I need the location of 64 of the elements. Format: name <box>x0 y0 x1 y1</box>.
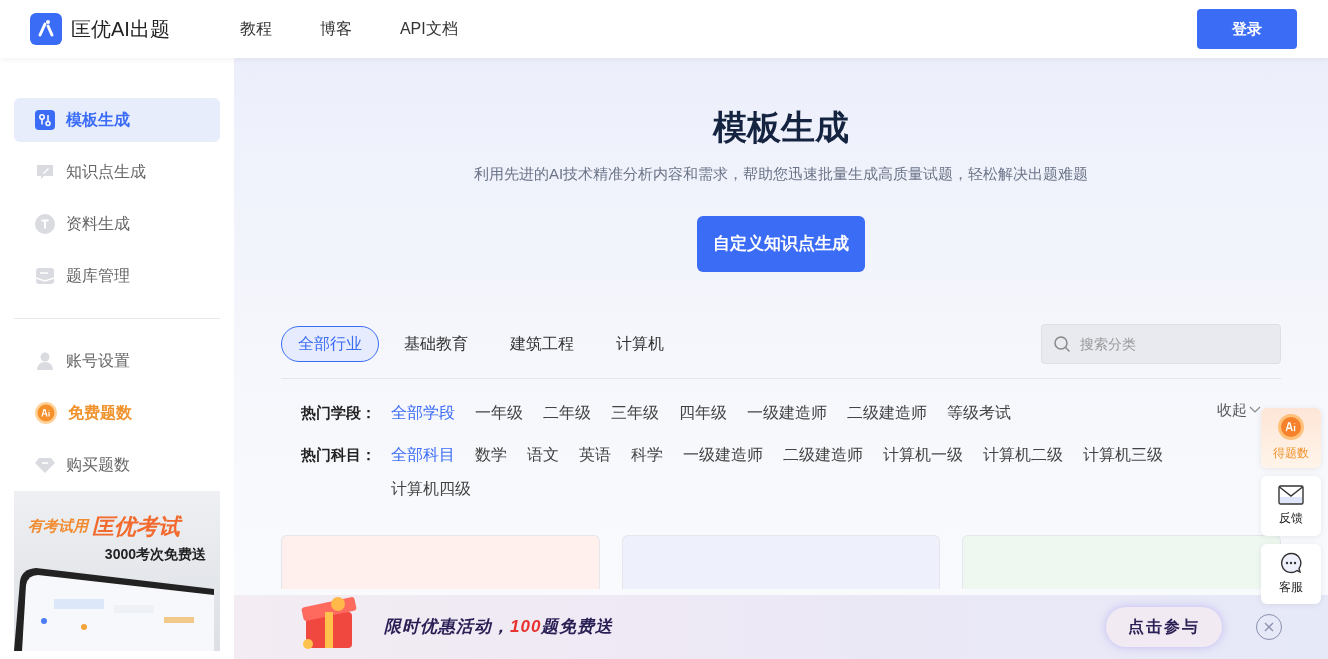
template-card[interactable] <box>962 534 1281 589</box>
promo-offer: 3000考次免费送 <box>103 544 207 564</box>
login-button[interactable]: 登录 <box>1197 9 1297 49</box>
sidebar-item[interactable]: 知识点生成 <box>14 150 220 194</box>
chevron-down-icon <box>1249 405 1261 414</box>
side-widget[interactable]: 反馈 <box>1261 476 1321 536</box>
industry-tab[interactable]: 建筑工程 <box>493 325 591 362</box>
filter-label: 热门科目： <box>301 444 377 465</box>
filter-option[interactable]: 一年级 <box>475 392 523 427</box>
sidebar-item[interactable]: 模板生成 <box>14 98 220 142</box>
filter-option[interactable]: 一级建造师 <box>683 434 763 469</box>
filter-label: 热门学段： <box>301 402 377 423</box>
filter-option[interactable]: 一级建造师 <box>747 392 827 427</box>
filter-option[interactable]: 二级建造师 <box>783 434 863 469</box>
sidebar-item[interactable]: 购买题数 <box>14 443 220 487</box>
gem-icon <box>35 455 55 475</box>
logo-icon <box>30 13 62 45</box>
industry-tab[interactable]: 全部行业 <box>281 325 379 362</box>
collapse-toggle[interactable]: 收起 <box>1217 398 1261 421</box>
note-icon <box>35 162 55 182</box>
nav-link[interactable]: API文档 <box>399 17 458 41</box>
industry-tab[interactable]: 基础教育 <box>387 325 485 362</box>
close-icon <box>1264 622 1274 632</box>
promo-card[interactable]: 有考试用 匡优考试 3000考次免费送 <box>14 491 220 651</box>
filter-option[interactable]: 全部学段 <box>391 392 455 427</box>
ai-coin-icon <box>35 402 57 424</box>
page-title: 模板生成 <box>711 107 850 148</box>
filter-option[interactable]: 科学 <box>631 434 663 469</box>
page-subtitle: 利用先进的AI技术精准分析内容和需求，帮助您迅速批量生成高质量试题，轻松解决出题难题 <box>472 164 1090 184</box>
logo-text: 匡优AI出题 <box>71 17 170 42</box>
filter-option[interactable]: 计算机一级 <box>883 434 963 469</box>
chat-icon <box>1280 552 1302 574</box>
mail-icon <box>1278 485 1304 505</box>
filter-option[interactable]: 三年级 <box>611 392 659 427</box>
filter-option[interactable]: 数学 <box>475 434 507 469</box>
template-icon <box>35 110 55 130</box>
tray-icon <box>35 266 55 286</box>
ai-coin-icon <box>1278 414 1304 440</box>
filter-option[interactable]: 二年级 <box>543 392 591 427</box>
text-icon <box>35 214 55 234</box>
filter-option[interactable]: 等级考试 <box>947 392 1011 427</box>
sidebar-item[interactable]: 账号设置 <box>14 339 220 383</box>
filter-option[interactable]: 二级建造师 <box>847 392 927 427</box>
side-widget[interactable]: 客服 <box>1261 544 1321 604</box>
sidebar-item[interactable]: 题库管理 <box>14 254 220 298</box>
search-field[interactable]: 搜索分类 <box>1041 323 1281 364</box>
nav-link[interactable]: 教程 <box>239 17 272 41</box>
filter-option[interactable]: 英语 <box>579 434 611 469</box>
filter-option[interactable]: 计算机三级 <box>1083 434 1163 469</box>
join-button[interactable]: 点击参与 <box>1106 607 1222 647</box>
promo-banner-text: 限时优惠活动，100题免费送 <box>384 616 614 639</box>
industry-tab[interactable]: 计算机 <box>599 325 681 362</box>
user-icon <box>35 351 55 371</box>
filter-option[interactable]: 全部科目 <box>391 434 455 469</box>
filter-option[interactable]: 四年级 <box>679 392 727 427</box>
filter-option[interactable]: 计算机四级 <box>391 468 471 503</box>
custom-generate-button[interactable]: 自定义知识点生成 <box>697 215 865 272</box>
search-icon <box>1053 334 1071 353</box>
filter-option[interactable]: 计算机二级 <box>983 434 1063 469</box>
nav-link[interactable]: 博客 <box>319 17 352 41</box>
sidebar-item[interactable]: 资料生成 <box>14 202 220 246</box>
template-card[interactable] <box>281 534 600 589</box>
filter-option[interactable]: 语文 <box>527 434 559 469</box>
promo-tagline: 有考试用 <box>28 516 88 536</box>
